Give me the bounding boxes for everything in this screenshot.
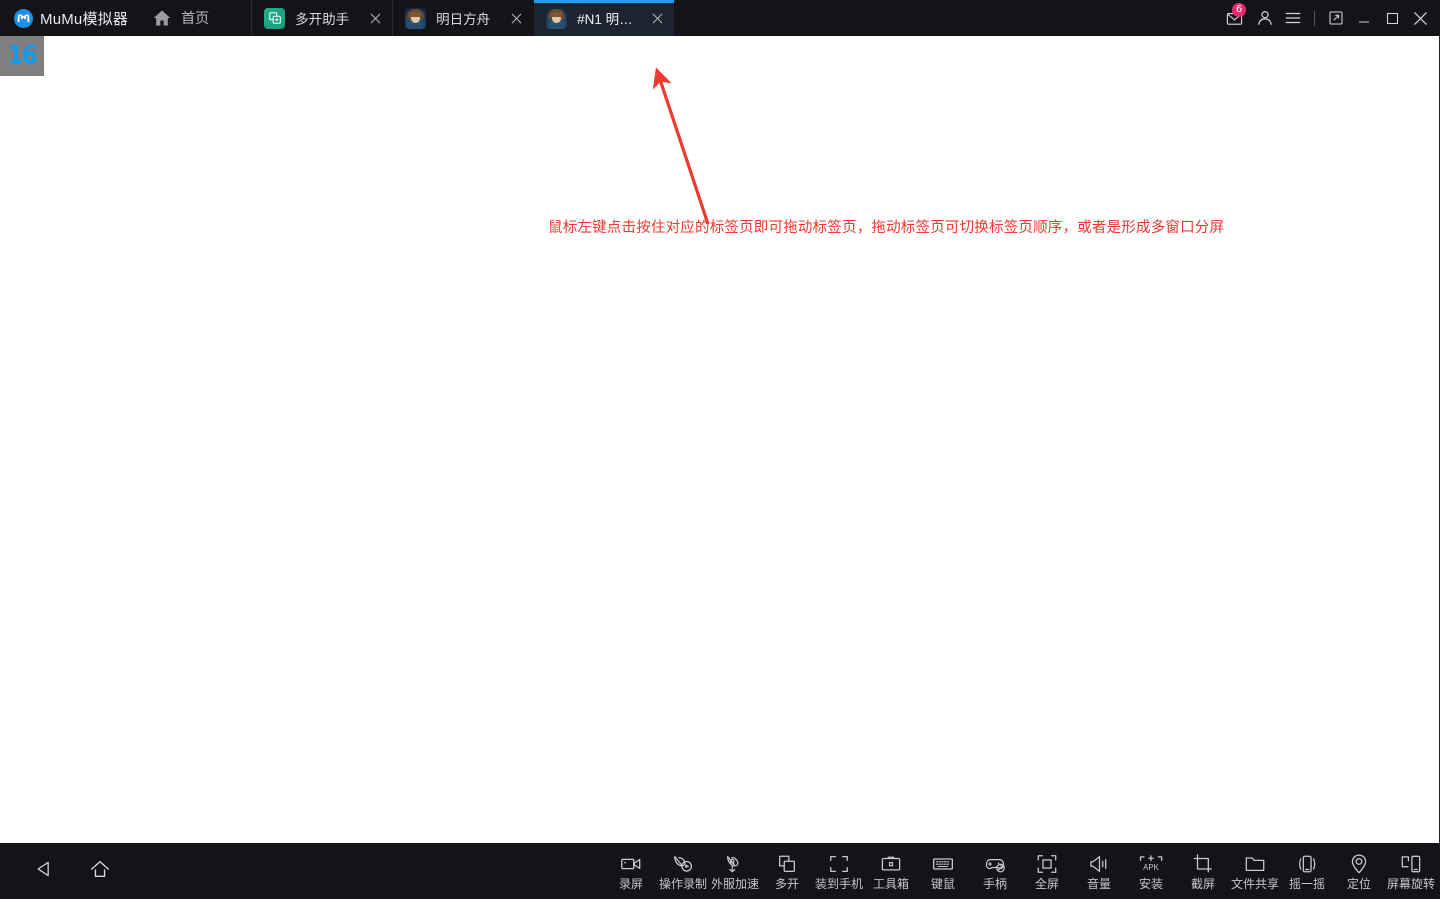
tool-toolbox[interactable]: 工具箱: [865, 843, 917, 899]
network-boost-icon: [724, 853, 746, 875]
tool-label: 操作录制: [658, 876, 707, 891]
fullscreen-icon: [1036, 853, 1058, 875]
title-bar-left: MuMu模拟器 首页: [0, 0, 215, 36]
red-arrow-icon: [640, 66, 730, 236]
tool-label: 全屏: [1034, 876, 1059, 891]
emulator-window: MuMu模拟器 首页 多开助手 明日方舟 #N1 明日方 6 16 鼠标左键点击…: [0, 0, 1440, 899]
tool-volume[interactable]: 音量: [1073, 843, 1125, 899]
tool-shake[interactable]: 摇一摇: [1281, 843, 1333, 899]
fps-counter: 16: [0, 36, 44, 76]
back-button[interactable]: [16, 843, 72, 899]
active-tab-indicator: [534, 0, 675, 3]
annotation-text: 鼠标左键点击按住对应的标签页即可拖动标签页，拖动标签页可切换标签页顺序，或者是形…: [548, 220, 1225, 236]
tool-label: 多开: [774, 876, 799, 891]
tool-label: 安装: [1138, 876, 1163, 891]
tool-install-apk[interactable]: APK 安装: [1125, 843, 1177, 899]
message-badge: 6: [1232, 3, 1246, 17]
volume-icon: [1088, 853, 1110, 875]
account-button[interactable]: [1251, 0, 1279, 36]
tab-label: 明日方舟: [436, 12, 491, 27]
tool-label: 定位: [1346, 876, 1371, 891]
tool-install-to-phone[interactable]: 装到手机: [813, 843, 865, 899]
close-icon[interactable]: [364, 7, 386, 29]
tool-label: 录屏: [618, 876, 643, 891]
tool-gamepad[interactable]: 手柄: [969, 843, 1021, 899]
close-icon[interactable]: [646, 7, 668, 29]
home-button[interactable]: 首页: [146, 0, 215, 36]
tool-file-share[interactable]: 文件共享: [1229, 843, 1281, 899]
toolbox-icon: [880, 853, 902, 875]
screen-rotate-icon: [1400, 853, 1422, 875]
tool-location[interactable]: 定位: [1333, 843, 1385, 899]
tool-keyboard-mouse[interactable]: 键鼠: [917, 843, 969, 899]
tool-label: 键鼠: [930, 876, 955, 891]
location-pin-icon: [1348, 853, 1370, 875]
arknights-icon: [546, 7, 568, 29]
window-controls: 6: [1217, 0, 1440, 36]
tool-macro-record[interactable]: 操作录制: [657, 843, 709, 899]
screenshot-icon: [1192, 853, 1214, 875]
svg-text:APK: APK: [1143, 863, 1160, 872]
file-share-icon: [1244, 853, 1266, 875]
fps-value: 16: [7, 41, 37, 71]
screen-record-icon: [620, 853, 642, 875]
tool-label: 音量: [1086, 876, 1111, 891]
tool-label: 截屏: [1190, 876, 1215, 891]
shake-icon: [1296, 853, 1318, 875]
controls-divider: [1314, 10, 1315, 26]
minimize-button[interactable]: [1350, 0, 1378, 36]
tool-network-boost[interactable]: 外服加速: [709, 843, 761, 899]
tab-label: 多开助手: [295, 12, 350, 27]
tool-label: 屏幕旋转: [1386, 876, 1435, 891]
bottom-toolbar: 录屏 操作录制 外服加速 多开 装到手机 工具箱 键鼠 手柄 全屏 音量 APK…: [0, 843, 1440, 899]
tool-fullscreen[interactable]: 全屏: [1021, 843, 1073, 899]
close-window-button[interactable]: [1406, 0, 1434, 36]
tab-strip: 多开助手 明日方舟 #N1 明日方: [251, 0, 675, 36]
message-center-button[interactable]: 6: [1217, 0, 1251, 36]
mumu-logo-icon: [14, 8, 33, 28]
tab-arknights[interactable]: 明日方舟: [392, 0, 534, 36]
tool-screenshot[interactable]: 截屏: [1177, 843, 1229, 899]
gamepad-icon: [984, 853, 1006, 875]
close-icon[interactable]: [505, 7, 527, 29]
resize-window-button[interactable]: [1322, 0, 1350, 36]
macro-record-icon: [672, 853, 694, 875]
multi-instance-icon: [264, 7, 286, 29]
tool-label: 外服加速: [710, 876, 759, 891]
emulator-screen[interactable]: 16 鼠标左键点击按住对应的标签页即可拖动标签页，拖动标签页可切换标签页顺序，或…: [0, 36, 1440, 843]
main-menu-button[interactable]: [1279, 0, 1307, 36]
tab-arknights-n1[interactable]: #N1 明日方...: [533, 0, 675, 36]
title-bar: MuMu模拟器 首页 多开助手 明日方舟 #N1 明日方 6: [0, 0, 1440, 36]
home-icon: [152, 8, 172, 28]
tab-multi-instance[interactable]: 多开助手: [251, 0, 393, 36]
tool-screen-rotate[interactable]: 屏幕旋转: [1385, 843, 1437, 899]
tool-label: 工具箱: [872, 876, 909, 891]
back-triangle-icon: [34, 859, 54, 884]
multi-window-icon: [776, 853, 798, 875]
android-nav-buttons: [0, 843, 128, 899]
tool-multi-window[interactable]: 多开: [761, 843, 813, 899]
tab-label: #N1 明日方...: [577, 12, 647, 27]
maximize-button[interactable]: [1378, 0, 1406, 36]
keyboard-mouse-icon: [932, 853, 954, 875]
arknights-icon: [405, 7, 427, 29]
home-outline-icon: [89, 858, 111, 885]
tool-label: 文件共享: [1230, 876, 1279, 891]
tool-label: 摇一摇: [1288, 876, 1325, 891]
tool-label: 装到手机: [814, 876, 863, 891]
home-label: 首页: [181, 10, 210, 26]
tool-screen-record[interactable]: 录屏: [605, 843, 657, 899]
tool-label: 手柄: [982, 876, 1007, 891]
home-button-nav[interactable]: [72, 843, 128, 899]
tool-buttons: 录屏 操作录制 外服加速 多开 装到手机 工具箱 键鼠 手柄 全屏 音量 APK…: [605, 843, 1440, 899]
install-apk-icon: APK: [1139, 853, 1163, 875]
app-title: MuMu模拟器: [40, 10, 129, 28]
install-to-phone-icon: [828, 853, 850, 875]
